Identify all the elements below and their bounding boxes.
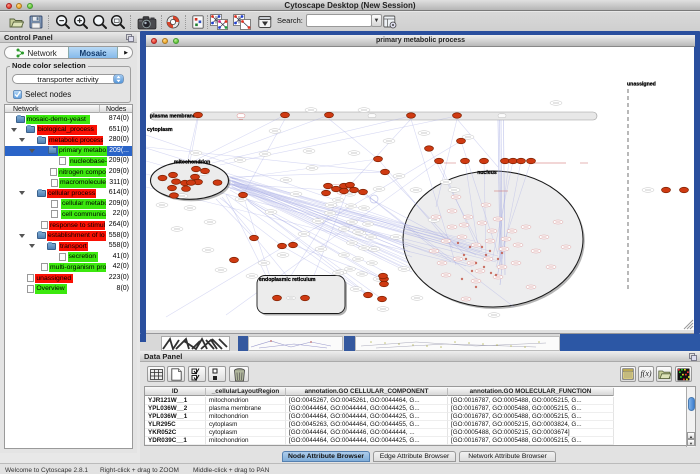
svg-text:mitochondrion: mitochondrion bbox=[174, 160, 210, 166]
svg-text:nucleus: nucleus bbox=[477, 170, 497, 176]
svg-text:unassigned: unassigned bbox=[627, 82, 656, 88]
svg-text:cytoplasm: cytoplasm bbox=[147, 127, 173, 133]
svg-text:plasma membrane: plasma membrane bbox=[150, 114, 196, 120]
svg-text:endoplasmic reticulum: endoplasmic reticulum bbox=[259, 277, 316, 283]
